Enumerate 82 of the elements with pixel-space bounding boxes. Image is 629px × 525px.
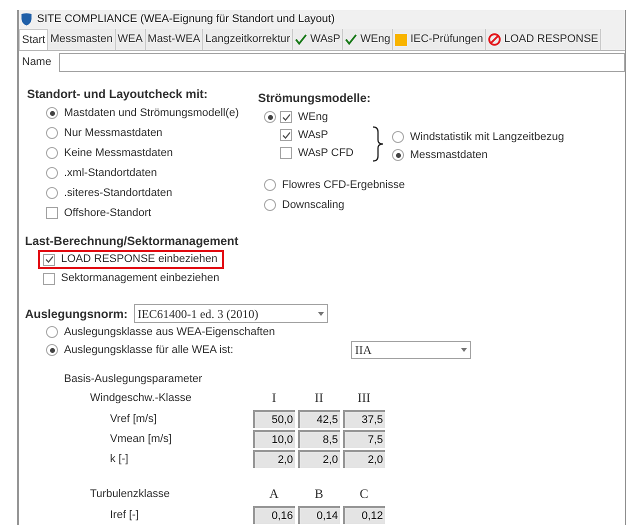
checkbox[interactable] bbox=[46, 207, 58, 219]
option-label: LOAD RESPONSE einbeziehen bbox=[61, 252, 218, 268]
subsection-heading: Basis-Auslegungsparameter bbox=[63, 372, 204, 387]
radio-button[interactable] bbox=[46, 344, 58, 356]
option-label: Sektormanagement einbeziehen bbox=[61, 271, 220, 286]
value-field[interactable]: 0,12 bbox=[343, 506, 385, 524]
tab[interactable]: IEC-Prüfungen bbox=[393, 29, 486, 50]
value-field[interactable]: 50,0 bbox=[253, 410, 295, 428]
column-header: A bbox=[268, 485, 280, 503]
checkbox[interactable] bbox=[280, 147, 292, 159]
option-label: Flowres CFD-Ergebnisse bbox=[282, 178, 405, 193]
radio-button[interactable] bbox=[392, 149, 404, 161]
tab[interactable]: Mast-WEA bbox=[146, 29, 204, 50]
table-title: Turbulenzklasse bbox=[89, 486, 171, 502]
name-field[interactable] bbox=[59, 52, 625, 72]
option-label: Messmastdaten bbox=[410, 148, 488, 163]
value-field[interactable]: 42,5 bbox=[298, 410, 340, 428]
checkbox[interactable] bbox=[280, 129, 292, 141]
option-label: .siteres-Standortdaten bbox=[64, 186, 172, 201]
radio-button[interactable] bbox=[392, 131, 404, 143]
tab[interactable]: Start bbox=[19, 29, 48, 50]
class-dropdown[interactable]: IIA bbox=[351, 341, 471, 359]
radio-button[interactable] bbox=[46, 147, 58, 159]
row-label: Vmean [m/s] bbox=[109, 432, 173, 447]
radio-button[interactable] bbox=[264, 199, 276, 211]
radio-button[interactable] bbox=[46, 187, 58, 199]
radio-button[interactable] bbox=[264, 179, 276, 191]
radio-button[interactable] bbox=[46, 107, 58, 119]
section-heading: Strömungsmodelle: bbox=[258, 90, 372, 107]
option-label: .xml-Standortdaten bbox=[64, 166, 157, 181]
radio-button[interactable] bbox=[46, 167, 58, 179]
tab[interactable]: WEA bbox=[116, 29, 146, 50]
option-label: Keine Messmastdaten bbox=[64, 146, 173, 161]
value-field[interactable]: 0,16 bbox=[253, 506, 295, 524]
value-field[interactable]: 2,0 bbox=[298, 450, 340, 468]
checkbox[interactable] bbox=[43, 272, 55, 284]
option-label: Downscaling bbox=[282, 198, 344, 213]
column-header: II bbox=[314, 389, 324, 407]
field-label: Auslegungsnorm: bbox=[25, 306, 128, 322]
norm-dropdown[interactable]: IEC61400-1 ed. 3 (2010) bbox=[134, 304, 328, 323]
option-label: Nur Messmastdaten bbox=[64, 126, 162, 141]
shield-icon bbox=[21, 13, 32, 26]
tab[interactable]: WEng bbox=[343, 29, 394, 50]
value-field[interactable]: 10,0 bbox=[253, 430, 295, 448]
option-label: Windstatistik mit Langzeitbezug bbox=[410, 130, 564, 145]
option-label: Mastdaten und Strömungsmodell(e) bbox=[64, 106, 239, 121]
field-label: Name bbox=[22, 54, 52, 70]
tab[interactable]: Messmasten bbox=[48, 29, 116, 50]
tab[interactable]: WAsP bbox=[293, 29, 344, 50]
checkbox[interactable] bbox=[280, 111, 292, 123]
value-field[interactable]: 37,5 bbox=[343, 410, 385, 428]
row-label: k [-] bbox=[109, 452, 130, 467]
value-field[interactable]: 2,0 bbox=[343, 450, 385, 468]
option-label: WEng bbox=[298, 110, 328, 125]
caret-icon bbox=[461, 348, 467, 352]
value-field[interactable]: 2,0 bbox=[253, 450, 295, 468]
radio-button[interactable] bbox=[264, 111, 276, 123]
row-label: Vref [m/s] bbox=[109, 412, 158, 427]
option-label: Offshore-Standort bbox=[64, 206, 152, 221]
column-header: III bbox=[356, 389, 372, 407]
section-heading: Standort- und Layoutcheck mit: bbox=[26, 86, 209, 103]
value-field[interactable]: 7,5 bbox=[343, 430, 385, 448]
table-title: Windgeschw.-Klasse bbox=[89, 390, 192, 406]
tab[interactable]: Langzeitkorrektur bbox=[203, 29, 294, 50]
option-label: WAsP CFD bbox=[298, 146, 354, 161]
checkbox[interactable] bbox=[43, 254, 55, 266]
brace-icon bbox=[372, 126, 384, 162]
option-label: WAsP bbox=[298, 128, 328, 143]
section-heading: Last-Berechnung/Sektormanagement bbox=[24, 233, 240, 250]
row-label: Iref [-] bbox=[109, 508, 140, 523]
value-field[interactable]: 0,14 bbox=[298, 506, 340, 524]
option-label: Auslegungsklasse aus WEA-Eigenschaften bbox=[64, 324, 275, 340]
column-header: I bbox=[270, 389, 278, 407]
value-field[interactable]: 8,5 bbox=[298, 430, 340, 448]
tab[interactable]: LOAD RESPONSE bbox=[486, 29, 602, 50]
column-header: C bbox=[358, 485, 370, 503]
radio-button[interactable] bbox=[46, 127, 58, 139]
radio-button[interactable] bbox=[46, 326, 58, 338]
caret-icon bbox=[318, 312, 324, 316]
window-title: SITE COMPLIANCE (WEA-Eignung für Standort und Layout) bbox=[37, 12, 335, 28]
column-header: B bbox=[314, 485, 324, 503]
option-label: Auslegungsklasse für alle WEA ist: bbox=[64, 342, 234, 358]
